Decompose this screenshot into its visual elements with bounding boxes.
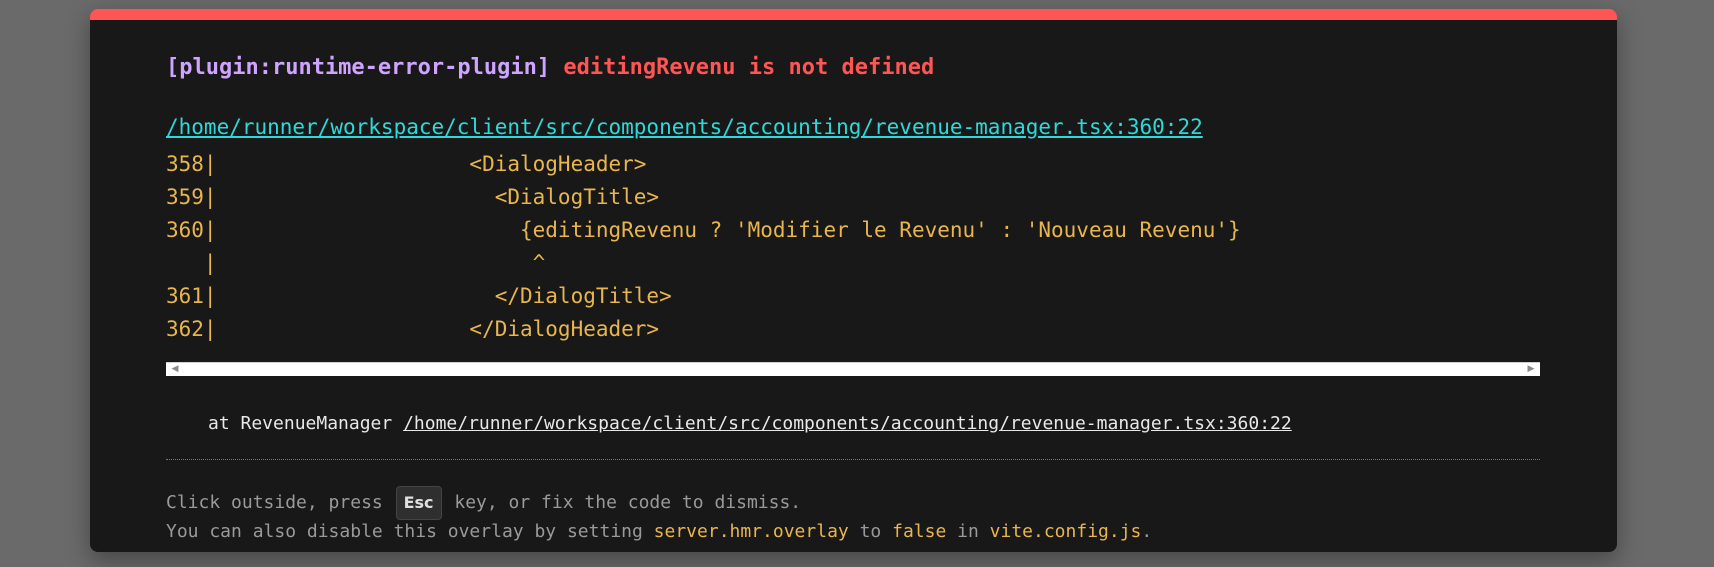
code-line: 358| <DialogHeader>	[166, 152, 647, 176]
dismiss-tip: Click outside, press Esc key, or fix the…	[166, 486, 801, 520]
error-overlay-window: [plugin:runtime-error-plugin] editingRev…	[90, 9, 1617, 552]
tip-text: key, or fix the code to dismiss.	[443, 492, 802, 513]
scroll-left-arrow-icon[interactable]: ◀	[168, 363, 182, 376]
code-frame-horizontal-scrollbar[interactable]: ◀ ▶	[166, 362, 1540, 376]
tip-text: in	[946, 521, 990, 542]
config-file-highlight: vite.config.js	[989, 521, 1142, 542]
scroll-right-arrow-icon[interactable]: ▶	[1524, 363, 1538, 376]
config-value-highlight: false	[892, 521, 947, 542]
tip-text: You can also disable this overlay by set…	[166, 521, 654, 542]
error-message-text: editingRevenu is not defined	[563, 55, 935, 80]
tip-text: Click outside, press	[166, 492, 394, 513]
stack-prefix: at RevenueManager	[208, 413, 404, 434]
code-line-caret: | ^	[166, 251, 546, 275]
config-key-highlight: server.hmr.overlay	[653, 521, 849, 542]
code-line: 362| </DialogHeader>	[166, 317, 660, 341]
code-line: 359| <DialogTitle>	[166, 185, 660, 209]
disable-overlay-tip: You can also disable this overlay by set…	[166, 520, 1152, 544]
code-line: 361| </DialogTitle>	[166, 284, 672, 308]
stack-location-link[interactable]: /home/runner/workspace/client/src/compon…	[403, 413, 1292, 434]
error-message: [plugin:runtime-error-plugin] editingRev…	[166, 55, 934, 81]
code-frame: 358| <DialogHeader> 359| <DialogTitle> 3…	[166, 151, 1540, 376]
error-file-link[interactable]: /home/runner/workspace/client/src/compon…	[166, 114, 1203, 140]
code-line: 360| {editingRevenu ? 'Modifier le Reven…	[166, 218, 1241, 242]
error-plugin-label: [plugin:runtime-error-plugin]	[166, 55, 551, 80]
divider	[166, 459, 1540, 460]
esc-key-badge: Esc	[395, 486, 442, 520]
tip-text: to	[848, 521, 893, 542]
tip-text: .	[1141, 521, 1153, 542]
error-stack: at RevenueManager /home/runner/workspace…	[208, 412, 1292, 436]
